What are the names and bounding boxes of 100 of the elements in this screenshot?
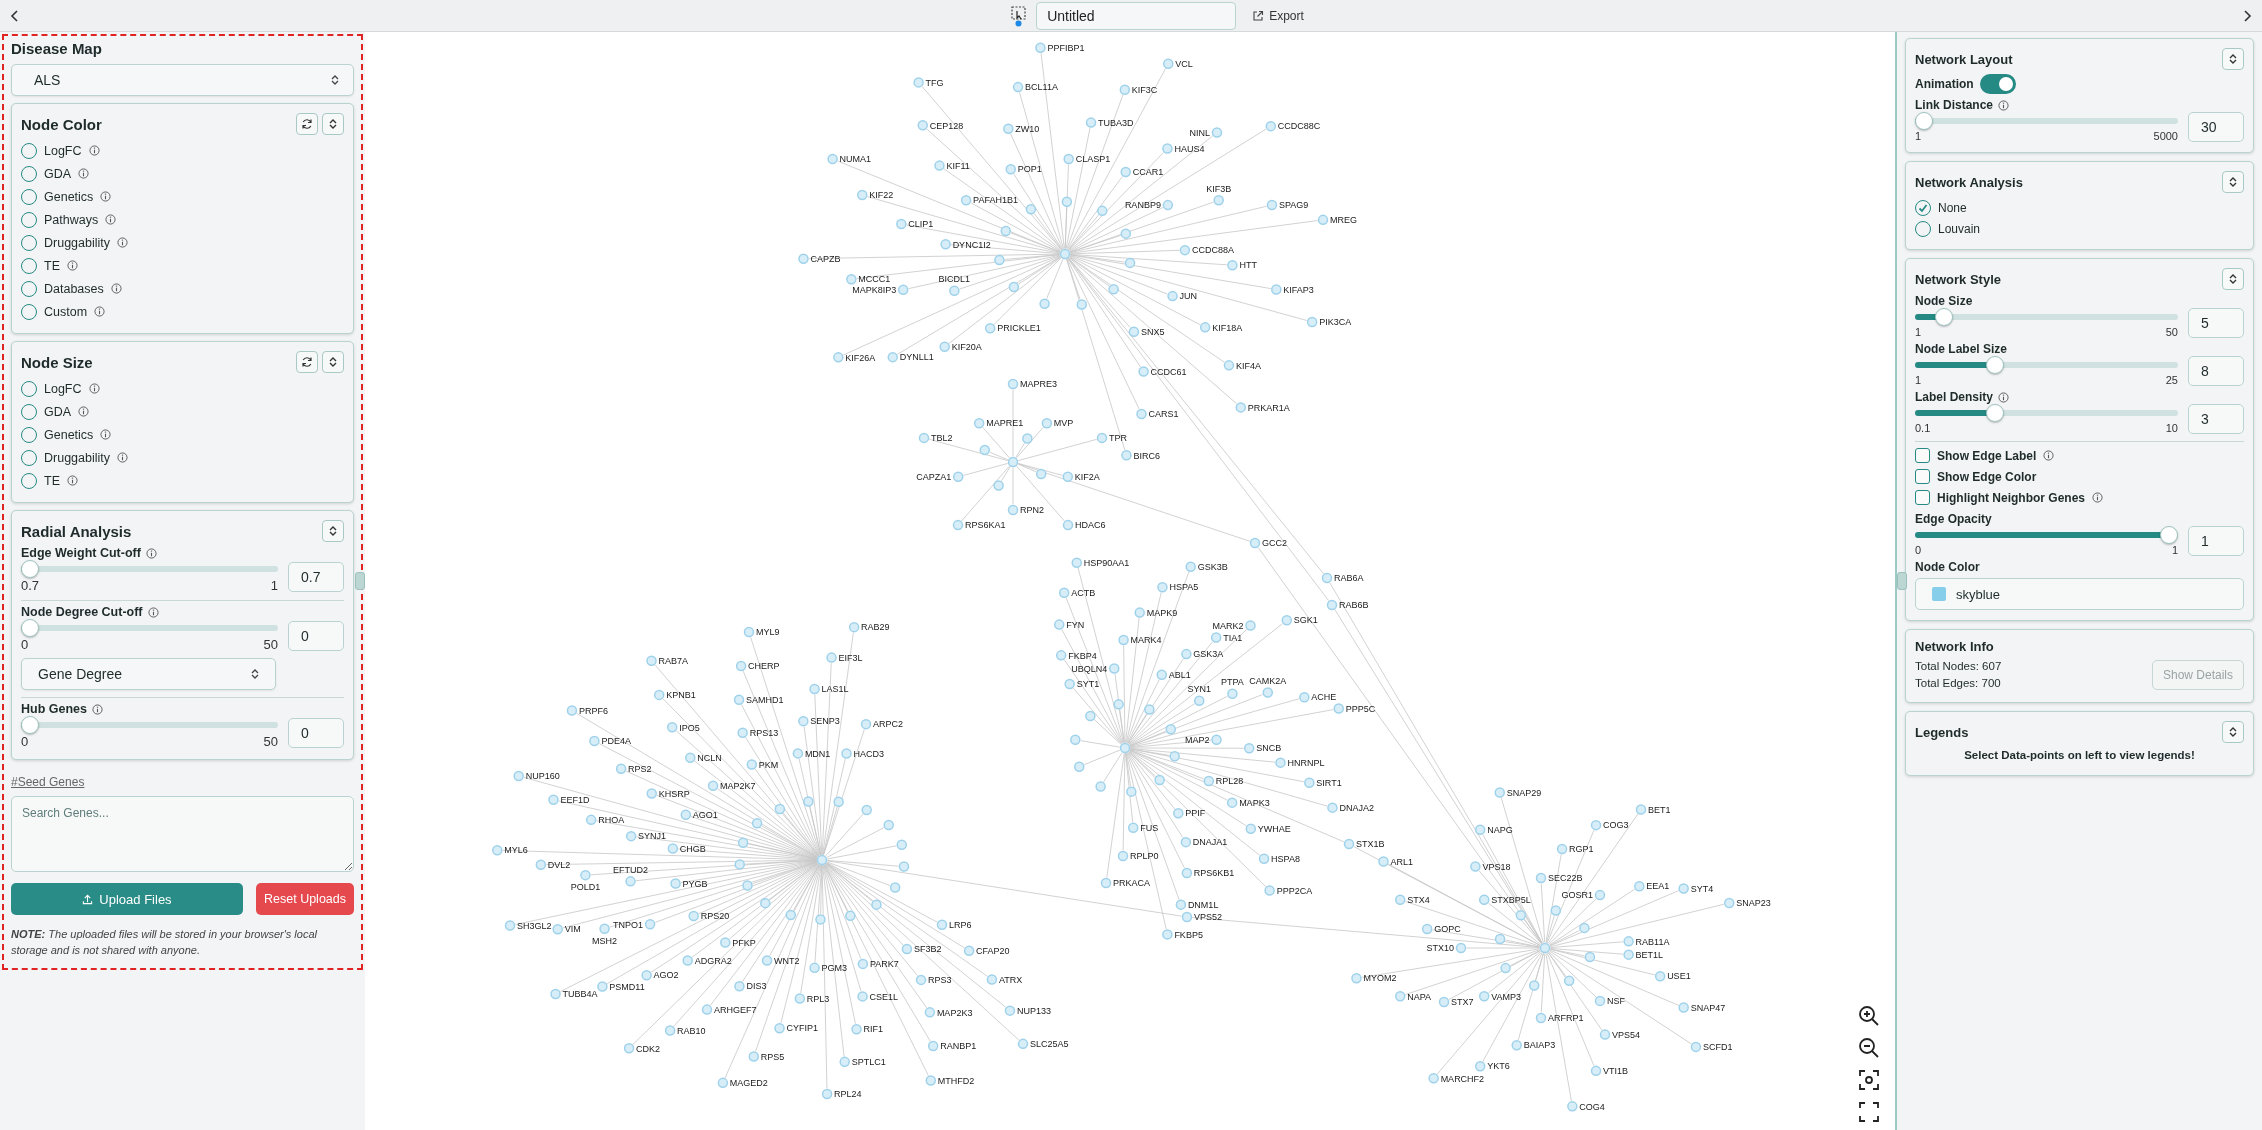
node-label: VPS52	[1194, 912, 1223, 923]
card-title: Radial Analysis	[21, 522, 132, 540]
node-label: MAGED2	[729, 1078, 768, 1089]
node-label: CYFIP1	[786, 1023, 819, 1034]
info-text: Total Edges: 700	[1915, 676, 2002, 691]
node-label: MVP	[1053, 418, 1074, 429]
node-label: RPS5	[760, 1051, 785, 1062]
node-label: CARS1	[1148, 409, 1179, 420]
node-label: ACHE	[1311, 692, 1337, 703]
node-label: NUP160	[525, 771, 560, 782]
slider-max-label: 50	[263, 637, 278, 652]
node-label: EIF3L	[838, 652, 863, 663]
node-label: KIF18A	[1212, 322, 1243, 333]
dropdown[interactable]: Gene Degree	[21, 658, 276, 690]
slider-max-label: 10	[2165, 422, 2178, 434]
node-label: PKM	[758, 759, 779, 770]
node-label: PRKAR1A	[1247, 402, 1290, 413]
card-title: Node Color	[21, 115, 102, 133]
value-field[interactable]: 1	[2188, 526, 2244, 556]
value-field[interactable]: 0	[288, 620, 344, 651]
node-label: PRKACA	[1113, 878, 1151, 889]
value-field[interactable]: 0.7	[288, 561, 344, 592]
slider-max-label: 5000	[2153, 130, 2178, 142]
node-label: KIF4A	[1235, 360, 1261, 371]
node-label: MYL6	[504, 845, 528, 856]
color-picker[interactable]: skyblue	[1915, 578, 2244, 610]
node-label: PRICKLE1	[997, 323, 1041, 334]
node-label: RPS6KA1	[965, 520, 1006, 531]
node-label: RHOA	[598, 815, 625, 826]
slider-label: Hub Genes	[21, 702, 87, 716]
node-label: VTI1B	[1603, 1066, 1629, 1077]
option-label: Louvain	[1938, 221, 1981, 236]
node-label: PDE4A	[601, 736, 631, 747]
node-label: TUBA3D	[1098, 117, 1134, 128]
node-label: CHGB	[679, 843, 706, 854]
node-label: YWHAE	[1257, 824, 1291, 834]
node-label: DYNLL1	[899, 352, 934, 363]
value-field[interactable]: 3	[2188, 404, 2244, 434]
option-label: LogFC	[44, 381, 82, 396]
slider-min-label: 1	[1915, 374, 1922, 386]
export-button[interactable]: Export	[1244, 4, 1312, 27]
node-label: MAP2	[1185, 734, 1210, 745]
node-label: PPP5C	[1345, 703, 1376, 714]
node-label: RPL3	[806, 993, 830, 1004]
card-title: Network Analysis	[1915, 174, 2023, 190]
node-label: POLD1	[570, 882, 601, 893]
node-label: ARPC2	[873, 719, 904, 730]
node-label: POP1	[1017, 164, 1042, 175]
node-label: KIF3C	[1131, 84, 1158, 95]
seed-genes-link[interactable]: #Seed Genes	[11, 775, 85, 789]
node-label: SLC25A5	[1030, 1039, 1069, 1050]
node-label: PFKP	[732, 937, 756, 948]
upload-button[interactable]: Upload Files	[11, 883, 243, 915]
node-label: STX7	[1451, 997, 1474, 1008]
slider-min-label: 1	[1915, 130, 1922, 142]
value-field[interactable]: 8	[2188, 356, 2244, 386]
node-label: BCL11A	[1025, 82, 1058, 93]
node-label: RPS6KB1	[1193, 868, 1235, 879]
node-label: CEP128	[929, 120, 964, 131]
slider-max-label: 50	[2165, 326, 2178, 338]
dropdown[interactable]: ALS	[11, 64, 354, 96]
value-field[interactable]: 30	[2188, 112, 2244, 142]
node-label: EEF1D	[560, 794, 590, 805]
option-label: TE	[44, 473, 60, 488]
node-label: MAPRE3	[1020, 379, 1057, 390]
node-label: LRP6	[949, 920, 972, 930]
reset-uploads-button[interactable]: Reset Uploads	[256, 883, 354, 915]
option-label: GDA	[44, 166, 72, 181]
node-label: SPAG9	[1278, 200, 1309, 211]
search-field[interactable]: Search Genes...	[11, 796, 354, 872]
node-label: CHERP	[748, 661, 780, 672]
node-label: HSP90AA1	[1083, 557, 1130, 568]
node-label: CLIP1	[908, 219, 934, 230]
node-label: STX1B	[1356, 839, 1385, 850]
title-field[interactable]: Untitled	[1036, 1, 1237, 30]
node-label: GSK3B	[1197, 562, 1228, 572]
card-title: Legends	[1915, 724, 1969, 740]
node-label: MCCC1	[858, 274, 891, 285]
node-label: SENP3	[810, 716, 840, 727]
node-label: COG4	[1579, 1101, 1605, 1112]
note-text: NOTE: The uploaded files will be stored in your browser's local storage and is not shared with anyone.	[11, 927, 318, 958]
node-label: SCFD1	[1702, 1042, 1733, 1053]
slider-min-label: 1	[1915, 326, 1922, 338]
option-label: LogFC	[44, 143, 82, 158]
value-field[interactable]: 0	[288, 717, 344, 748]
value-field[interactable]: 5	[2188, 308, 2244, 338]
node-label: BET1L	[1635, 949, 1664, 960]
node-label: FKBP5	[1174, 929, 1203, 940]
node-label: NUMA1	[839, 154, 872, 165]
node-label: RGP1	[1569, 844, 1594, 855]
node-label: HSPA8	[1271, 854, 1300, 864]
node-label: CCAR1	[1132, 167, 1164, 178]
node-label: RAB11A	[1635, 936, 1670, 947]
node-label: CCDC88C	[1277, 121, 1321, 132]
field-label: Node Color	[1915, 560, 1980, 574]
node-label: CSE1L	[869, 991, 899, 1002]
node-label: SNX5	[1140, 326, 1165, 337]
node-label: KIF11	[946, 160, 970, 171]
node-label: SIRT1	[1316, 777, 1342, 788]
node-label: PTPA	[1221, 677, 1244, 687]
